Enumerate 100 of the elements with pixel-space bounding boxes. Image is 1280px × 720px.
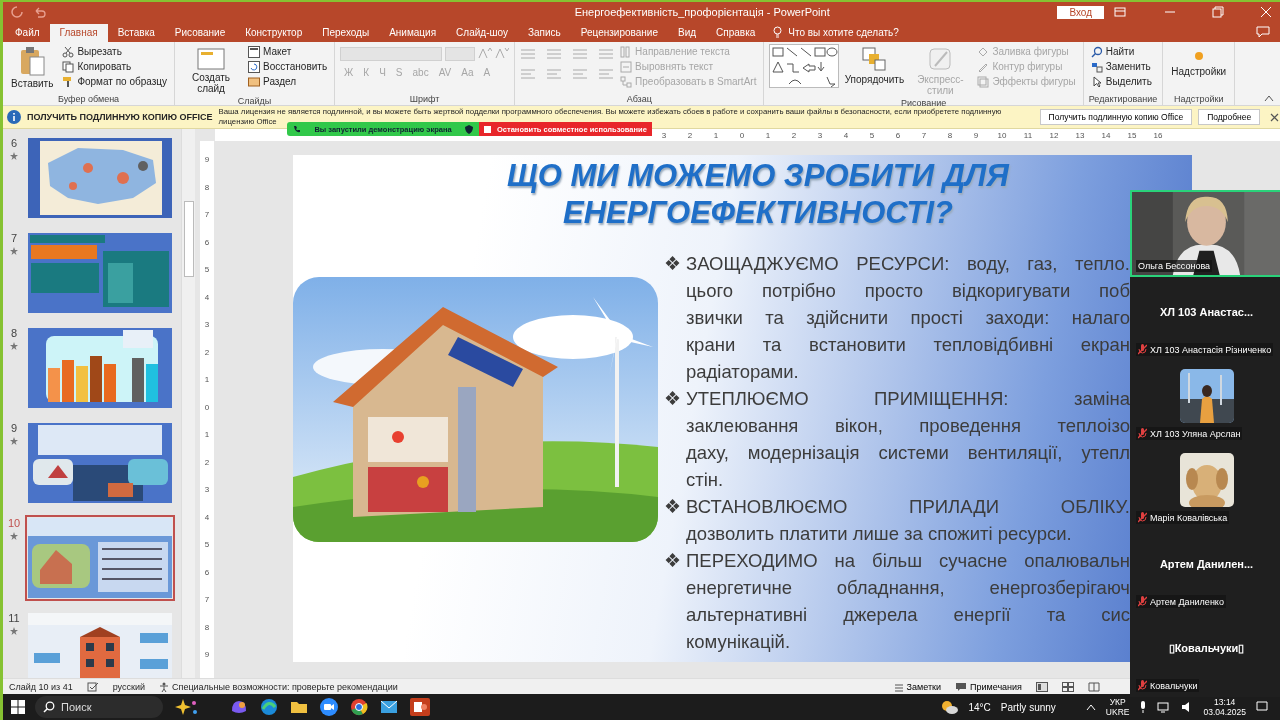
text-direction-icon [620, 45, 633, 58]
ribbon-button[interactable]: Вырезать [60, 44, 170, 59]
collapse-icon [1264, 94, 1274, 102]
muted-mic-icon [1138, 344, 1147, 355]
ribbon-tab[interactable]: Слайд-шоу [446, 24, 518, 42]
scrollbar[interactable] [181, 129, 195, 678]
close-icon [1270, 112, 1280, 122]
window-title: Енергоефективність_профорієнтація - PowerPoint [573, 6, 831, 18]
ribbon-tab[interactable]: Вставка [107, 24, 165, 42]
undo-icon [33, 6, 47, 18]
align-icon [546, 68, 563, 80]
comments-button[interactable]: Примечания [955, 681, 1022, 692]
quick-styles-icon [927, 46, 954, 72]
star-icon [10, 532, 18, 540]
group-label: Шрифт [408, 94, 441, 105]
arrange-icon [861, 46, 888, 72]
ribbon-tab[interactable]: Конструктор [235, 24, 313, 42]
search-field[interactable]: Поиск [35, 696, 163, 718]
license-title: ПОЛУЧИТЬ ПОДЛИННУЮ КОПИЮ OFFICE [27, 112, 213, 122]
participant-title: ХЛ 103 Анастас... [1159, 306, 1254, 318]
comment-icon [955, 681, 968, 692]
tell-me-field[interactable]: Что вы хотите сделать? [788, 26, 899, 38]
bullet-text: ПЕРЕХОДИМО на більш сучасне опалювальн енергетичне обладнання, енергозберігаюч альтернативні джерела енергії та сис комунікацій. [686, 549, 1130, 654]
notes-icon [893, 681, 904, 692]
effects-icon [977, 75, 990, 88]
ribbon-tab[interactable]: Рецензирование [570, 24, 668, 42]
clock[interactable]: 13:14 03.04.2025 [1203, 697, 1246, 717]
list-icon [598, 48, 615, 60]
group-label: Буфер обмена [56, 94, 121, 105]
sorter-view-icon [1062, 681, 1074, 692]
font-size-field[interactable] [445, 47, 476, 61]
license-button[interactable]: Подробнее [1198, 109, 1261, 125]
ribbon-tab[interactable]: Рисование [164, 24, 236, 42]
shrink-font-icon [495, 47, 510, 59]
ribbon-button[interactable]: Упорядочить [843, 44, 906, 87]
list-icon [546, 48, 563, 60]
star-icon [10, 247, 18, 255]
section-icon [248, 75, 261, 88]
ribbon-button[interactable]: Макет [246, 44, 330, 59]
ribbon-tab[interactable]: Главная [49, 24, 108, 42]
ribbon-button[interactable]: Найти [1088, 44, 1154, 59]
group-label: Рисование [899, 98, 948, 108]
replace-icon [1090, 60, 1103, 73]
list-icon [520, 48, 537, 60]
participant-name-text: Ольга Бессонова [1138, 261, 1211, 271]
participant-name-text: ХЛ 103 Уляна Арслан [1150, 428, 1241, 439]
weather-icon [940, 699, 959, 715]
reset-icon [248, 60, 261, 73]
participant-name-text: Ковальчуки [1150, 680, 1198, 691]
slide-number: 6 [10, 137, 18, 149]
muted-mic-icon [1138, 596, 1147, 607]
slide-number: 8 [10, 327, 18, 339]
cursor-icon [1090, 75, 1103, 88]
ribbon-tab[interactable]: Файл [5, 24, 50, 42]
network-icon [1157, 701, 1172, 713]
ribbon-button[interactable]: Раздел [246, 74, 330, 89]
reading-view-icon [1088, 681, 1100, 692]
ribbon-button[interactable]: Создать слайд [180, 44, 243, 96]
spellcheck-icon [86, 681, 99, 692]
slide-number: 11 [8, 612, 20, 624]
lightbulb-icon [773, 26, 783, 38]
sign-in-button[interactable]: Вход [1057, 5, 1104, 19]
chrome-icon [349, 697, 369, 717]
font-name-field[interactable] [340, 47, 443, 61]
license-button[interactable]: Получить подлинную копию Office [1039, 109, 1193, 125]
accessibility-icon [159, 681, 169, 692]
language-indicator[interactable]: УКР UKRE [1105, 697, 1130, 717]
ribbon-tab[interactable]: Справка [706, 24, 766, 42]
windows-icon [11, 700, 25, 714]
notification-icon [1256, 701, 1268, 713]
ribbon-button[interactable]: Копировать [60, 59, 170, 74]
ribbon-tab[interactable]: Запись [517, 24, 571, 42]
ribbon-button[interactable]: Восстановить [246, 59, 330, 74]
ribbon-button[interactable]: Формат по образцу [60, 74, 170, 89]
close-icon [1260, 6, 1272, 18]
align-icon [572, 68, 589, 80]
copy-icon [62, 60, 75, 73]
ribbon-tab[interactable]: Анимация [379, 24, 447, 42]
vertical-ruler: 9 8 7 6 5 4 3 2 1 0 1 2 3 4 5 6 7 8 9 [200, 141, 214, 678]
temperature: 14°C [968, 701, 991, 713]
participant-name-text: Марія Ковалівська [1150, 512, 1228, 523]
ribbon-tab[interactable]: Вид [667, 24, 707, 42]
star-icon [10, 342, 18, 350]
accessibility-status[interactable]: Специальные возможности: проверьте рекомендации [172, 681, 398, 692]
language-label[interactable]: русский [112, 681, 145, 692]
stop-icon [484, 125, 491, 133]
ribbon-button[interactable]: Вставить [8, 44, 57, 91]
shield-icon [465, 124, 473, 134]
bullet-icon: ❖ [664, 250, 686, 385]
slide-title: ЩО МИ МОЖЕМО ЗРОБИТИ ДЛЯ ЕНЕРГОЕФЕКТИВНОСТІ? [506, 157, 1011, 231]
microphone-icon [1139, 701, 1148, 713]
list-icon [572, 48, 589, 60]
ribbon-button[interactable]: Надстройки [1168, 44, 1230, 79]
ribbon-button[interactable]: Выделить [1088, 74, 1154, 89]
align-text-icon [620, 60, 633, 73]
ribbon-tab[interactable]: Переходы [312, 24, 380, 42]
bullet-text: ЗАОЩАДЖУЄМО РЕСУРСИ: воду, газ, тепло. цього потрібно просто відкоригувати поб звички та здійснити прості заходи: налаго крани та встановити тепловідбивні екран радіаторами. [686, 252, 1130, 384]
search-icon [43, 701, 55, 713]
ribbon-button[interactable]: Заменить [1088, 59, 1154, 74]
notes-button[interactable]: Заметки [893, 681, 942, 692]
